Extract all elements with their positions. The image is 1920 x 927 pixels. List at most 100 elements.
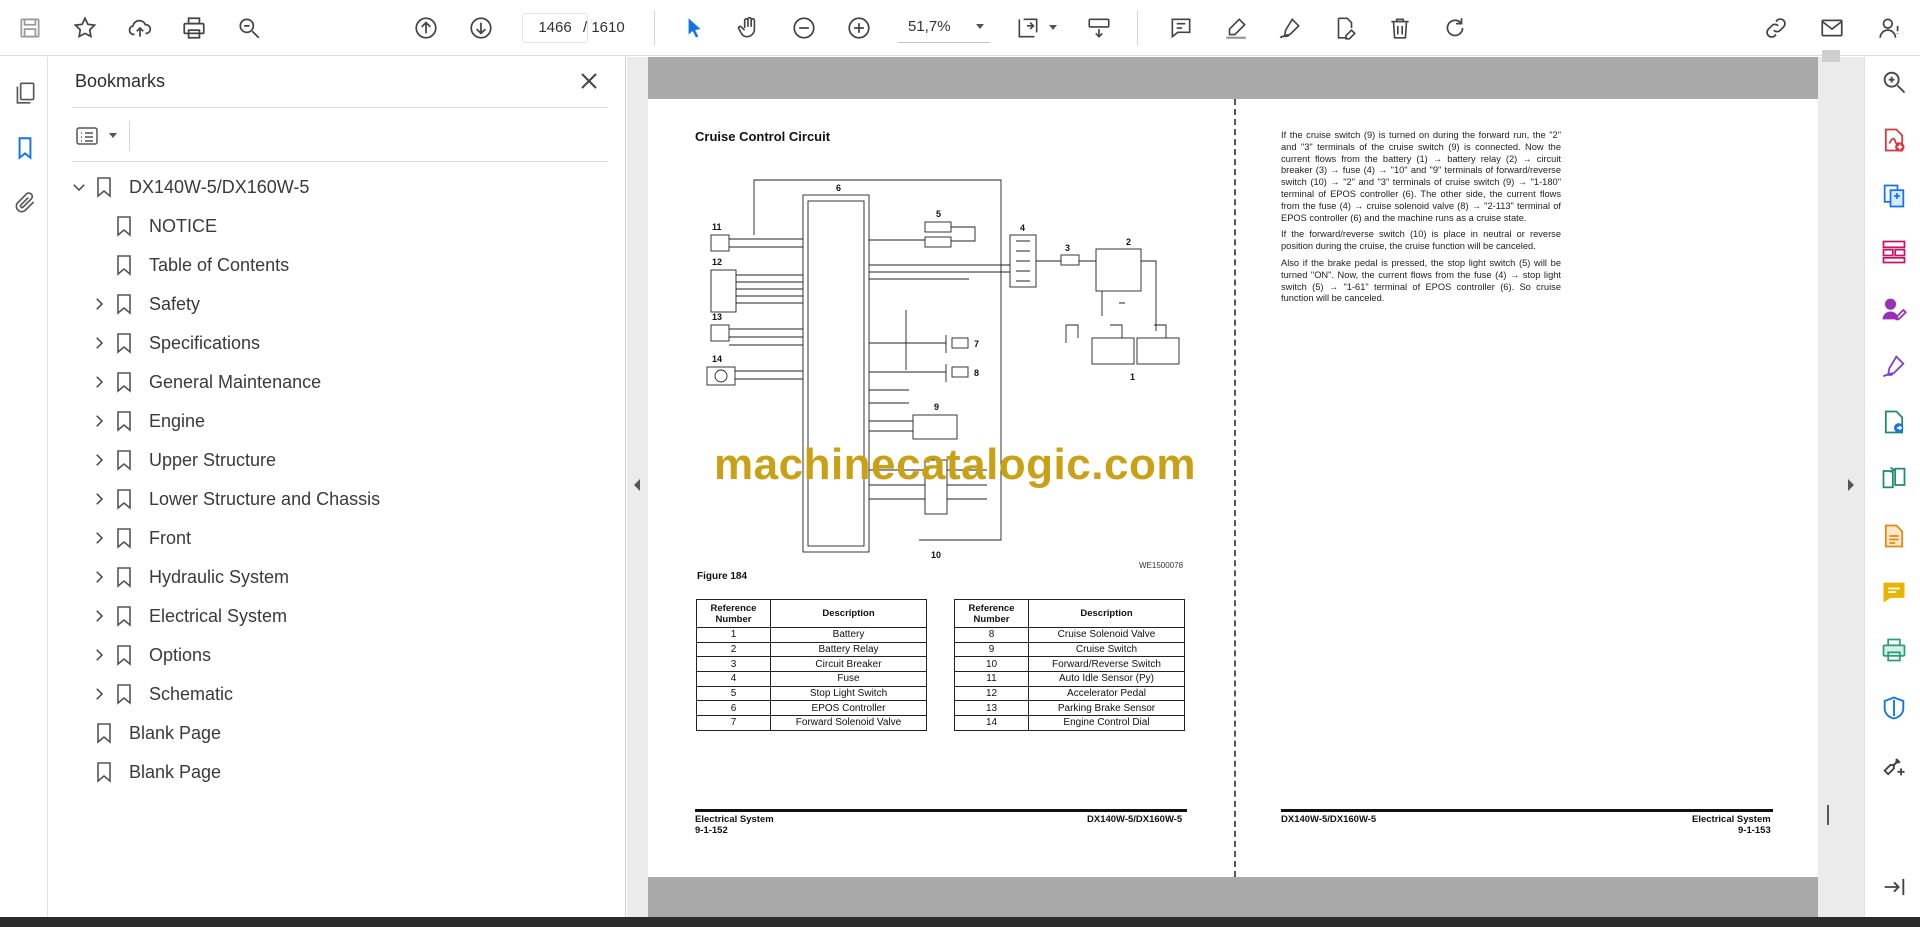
ref-description: Accelerator Pedal <box>1028 685 1185 702</box>
chevron-down-icon <box>976 24 984 29</box>
bookmark-item-electrical-system[interactable]: Electrical System <box>89 601 287 631</box>
ref-description: Cruise Solenoid Valve <box>1028 627 1185 643</box>
chevron-right-icon[interactable] <box>89 528 109 548</box>
bookmarks-title: Bookmarks <box>75 71 166 91</box>
chevron-right-icon[interactable] <box>89 294 109 314</box>
footer-rule <box>695 809 1187 812</box>
footer-page-number: 9-1-152 <box>695 825 728 836</box>
ref-description: Forward/Reverse Switch <box>1028 656 1185 673</box>
bookmark-flag-icon <box>117 684 131 705</box>
chevron-right-icon[interactable] <box>89 567 109 587</box>
save-icon[interactable] <box>12 10 48 46</box>
next-page-icon[interactable] <box>463 10 499 46</box>
select-cursor-icon[interactable] <box>676 10 712 46</box>
bookmark-item-options[interactable]: Options <box>89 640 211 670</box>
bookmark-item-lower-structure[interactable]: Lower Structure and Chassis <box>89 484 380 514</box>
bookmark-item-engine[interactable]: Engine <box>89 406 205 436</box>
edit-document-icon[interactable] <box>1327 10 1363 46</box>
zoom-level-select[interactable]: 51,7% <box>898 13 990 43</box>
collapse-left-panel-icon[interactable] <box>632 478 642 497</box>
bookmark-options-button[interactable] <box>75 121 121 151</box>
print-icon[interactable] <box>176 10 212 46</box>
chevron-right-icon[interactable] <box>89 411 109 431</box>
footer-model: DX140W-5/DX160W-5 <box>1087 814 1183 825</box>
bookmark-panel-icon[interactable] <box>8 131 42 165</box>
bookmark-flag-icon <box>97 762 111 783</box>
mail-icon[interactable] <box>1814 10 1850 46</box>
bookmark-item-front[interactable]: Front <box>89 523 191 553</box>
chevron-right-icon[interactable] <box>89 450 109 470</box>
attachment-icon[interactable] <box>8 186 42 220</box>
collapse-right-panel-icon[interactable] <box>1846 478 1856 497</box>
previous-page-icon[interactable] <box>408 10 444 46</box>
print-production-icon[interactable] <box>1879 635 1909 665</box>
sign-pen-icon[interactable] <box>1272 10 1308 46</box>
bookmark-item-hydraulic-system[interactable]: Hydraulic System <box>89 562 289 592</box>
zoom-out-icon[interactable] <box>786 10 822 46</box>
protect-shield-icon[interactable] <box>1879 693 1909 723</box>
export-pdf-icon[interactable] <box>1879 407 1909 437</box>
bookmark-item-specifications[interactable]: Specifications <box>89 328 260 358</box>
hand-tool-icon[interactable] <box>731 10 767 46</box>
scrollbar-thumb[interactable] <box>1827 805 1829 825</box>
scroll-mode-icon[interactable] <box>1081 10 1117 46</box>
highlight-pen-icon[interactable] <box>1218 10 1254 46</box>
bookmark-item-upper-structure[interactable]: Upper Structure <box>89 445 276 475</box>
expand-panel-icon[interactable] <box>1879 872 1909 902</box>
share-link-icon[interactable] <box>1758 10 1794 46</box>
page-fit-icon[interactable] <box>1010 10 1046 46</box>
chevron-down-icon[interactable] <box>69 177 89 197</box>
table-row: 4 Fuse <box>696 671 927 687</box>
bookmark-item-blank-page[interactable]: Blank Page <box>95 718 221 748</box>
paragraph: Also if the brake pedal is pressed, the … <box>1281 257 1561 304</box>
chevron-right-icon[interactable] <box>89 372 109 392</box>
page-number-input[interactable]: 1466 <box>522 13 588 43</box>
search-zoom-icon[interactable] <box>1879 67 1909 97</box>
bookmark-item-notice[interactable]: NOTICE <box>115 211 217 241</box>
account-icon[interactable] <box>1872 10 1908 46</box>
bookmark-item-blank-page[interactable]: Blank Page <box>95 757 221 787</box>
page-divider <box>1234 99 1236 877</box>
scan-ocr-icon[interactable] <box>1879 521 1909 551</box>
table-row: 9 Cruise Switch <box>954 641 1185 658</box>
fill-sign-icon[interactable] <box>1879 351 1909 381</box>
page-gap-top <box>648 57 1818 99</box>
table-row: 1 Battery <box>696 627 927 643</box>
bookmark-item-safety[interactable]: Safety <box>89 289 200 319</box>
create-pdf-icon[interactable] <box>1879 125 1909 155</box>
bookmark-item-root[interactable]: DX140W-5/DX160W-5 <box>69 172 309 202</box>
organize-pages-icon[interactable] <box>1879 237 1909 267</box>
comment-icon[interactable] <box>1163 10 1199 46</box>
comment-tool-icon[interactable] <box>1879 577 1909 607</box>
search-zoom-icon[interactable] <box>231 10 267 46</box>
chevron-right-icon[interactable] <box>89 684 109 704</box>
bookmark-item-general-maintenance[interactable]: General Maintenance <box>89 367 321 397</box>
bookmark-item-table-of-contents[interactable]: Table of Contents <box>115 250 289 280</box>
request-signature-icon[interactable] <box>1879 295 1909 325</box>
upload-cloud-icon[interactable] <box>122 10 158 46</box>
close-icon[interactable] <box>577 69 601 93</box>
scrollbar-top[interactable] <box>1822 50 1840 62</box>
bookmark-label: General Maintenance <box>149 371 322 392</box>
chevron-down-icon <box>109 133 117 138</box>
star-icon[interactable] <box>67 10 103 46</box>
bookmark-flag-icon <box>117 372 131 393</box>
chevron-right-icon[interactable] <box>89 333 109 353</box>
chevron-right-icon[interactable] <box>89 606 109 626</box>
combine-files-icon[interactable] <box>1879 181 1909 211</box>
more-tools-icon[interactable] <box>1879 751 1909 781</box>
bookmark-flag-icon <box>117 411 131 432</box>
chevron-right-icon[interactable] <box>89 489 109 509</box>
compare-files-icon[interactable] <box>1879 463 1909 493</box>
chevron-right-icon[interactable] <box>89 645 109 665</box>
rotate-icon[interactable] <box>1437 10 1473 46</box>
page-body-text: If the cruise switch (9) is turned on du… <box>1281 130 1561 310</box>
delete-trash-icon[interactable] <box>1382 10 1418 46</box>
bookmark-label: Safety <box>149 293 201 314</box>
chevron-down-icon[interactable] <box>1049 25 1057 30</box>
diagram-label-1: 1 <box>1130 372 1135 382</box>
zoom-in-icon[interactable] <box>841 10 877 46</box>
diagram-label-6: 6 <box>836 183 841 193</box>
page-thumbnails-icon[interactable] <box>8 76 42 110</box>
bookmark-item-schematic[interactable]: Schematic <box>89 679 233 709</box>
